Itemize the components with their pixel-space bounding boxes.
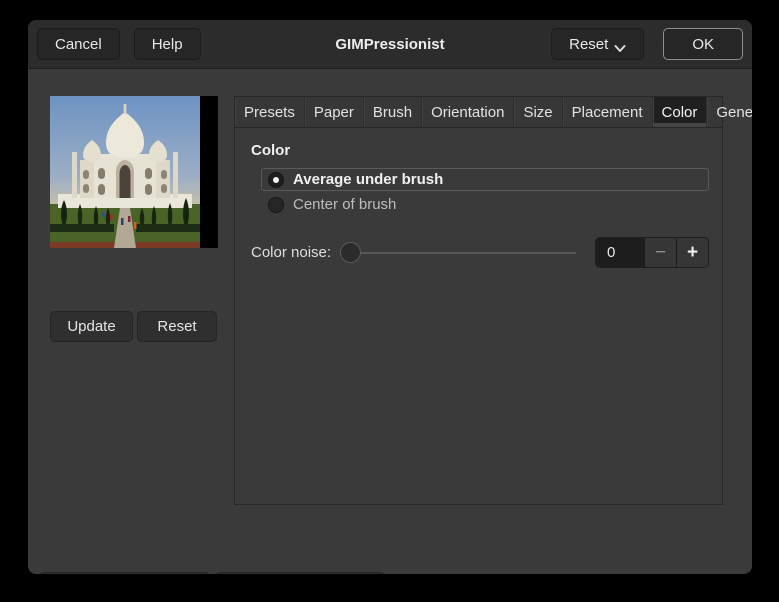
load-saved-settings-button[interactable]: Load Saved Settings	[39, 572, 210, 574]
radio-center-label: Center of brush	[293, 196, 397, 213]
cancel-button[interactable]: Cancel	[37, 28, 120, 60]
update-button-label: Update	[67, 318, 116, 335]
ok-button-label: OK	[692, 35, 714, 53]
color-noise-value[interactable]: 0	[596, 238, 644, 267]
tab-presets[interactable]: Presets	[235, 97, 305, 127]
reset-dropdown-button[interactable]: Reset	[551, 28, 645, 60]
spin-decrement-button[interactable]: −	[644, 238, 676, 267]
color-noise-spinbox: 0 − +	[595, 237, 709, 268]
tab-strip: Presets Paper Brush Orientation Size Pla…	[235, 97, 752, 128]
radio-average-under-brush[interactable]: Average under brush	[261, 168, 709, 191]
tab-paper-label: Paper	[313, 103, 354, 121]
help-button-label: Help	[151, 35, 183, 53]
header-actions: Reset OK	[551, 28, 743, 60]
color-noise-row: Color noise: 0 − +	[251, 237, 709, 268]
preview-reset-button-label: Reset	[157, 318, 197, 335]
help-button[interactable]: Help	[133, 28, 201, 60]
tab-orientation-label: Orientation	[431, 103, 505, 121]
tab-color[interactable]: Color	[652, 97, 708, 127]
slider-handle[interactable]	[340, 242, 362, 263]
settings-notebook: Presets Paper Brush Orientation Size Pla…	[234, 96, 752, 505]
tab-size-label: Size	[523, 103, 553, 121]
color-noise-slider[interactable]	[340, 237, 576, 268]
taj-mahal-illustration	[50, 96, 218, 248]
tab-presets-label: Presets	[244, 103, 295, 121]
dialog-body: Update Reset Presets Paper Brush Orienta…	[28, 69, 752, 574]
chevron-down-icon	[614, 40, 626, 52]
radio-center-of-brush[interactable]: Center of brush	[261, 193, 709, 216]
tab-brush-label: Brush	[372, 103, 413, 121]
tab-general-label: General	[716, 103, 752, 121]
slider-track	[340, 252, 576, 254]
save-settings-button[interactable]: Save Settings	[215, 572, 385, 574]
spin-increment-button[interactable]: +	[676, 238, 708, 267]
color-panel-heading: Color	[251, 142, 291, 159]
tab-brush[interactable]: Brush	[364, 97, 423, 127]
update-button[interactable]: Update	[50, 311, 133, 342]
tab-placement-label: Placement	[571, 103, 643, 121]
gimpressionist-dialog: GIMPressionist Cancel Help Reset OK Upda…	[28, 20, 752, 574]
color-source-radio-group: Average under brush Center of brush	[261, 168, 709, 216]
tab-orientation[interactable]: Orientation	[422, 97, 515, 127]
radio-unselected-icon	[268, 196, 284, 213]
reset-button-label: Reset	[569, 35, 609, 53]
preview-reset-button[interactable]: Reset	[137, 311, 217, 342]
tab-general[interactable]: General	[707, 97, 752, 127]
radio-selected-icon	[268, 171, 284, 188]
tab-size[interactable]: Size	[514, 97, 563, 127]
radio-average-label: Average under brush	[293, 171, 444, 188]
tab-paper[interactable]: Paper	[305, 97, 364, 127]
tab-placement[interactable]: Placement	[563, 97, 653, 127]
color-noise-label: Color noise:	[251, 244, 332, 261]
cancel-button-label: Cancel	[55, 35, 102, 53]
header-bar: GIMPressionist Cancel Help Reset OK	[28, 20, 752, 69]
ok-button[interactable]: OK	[663, 28, 743, 60]
preview-image[interactable]	[50, 96, 218, 248]
tab-color-label: Color	[661, 103, 698, 121]
color-panel: Color Average under brush Center of brus…	[235, 128, 722, 268]
